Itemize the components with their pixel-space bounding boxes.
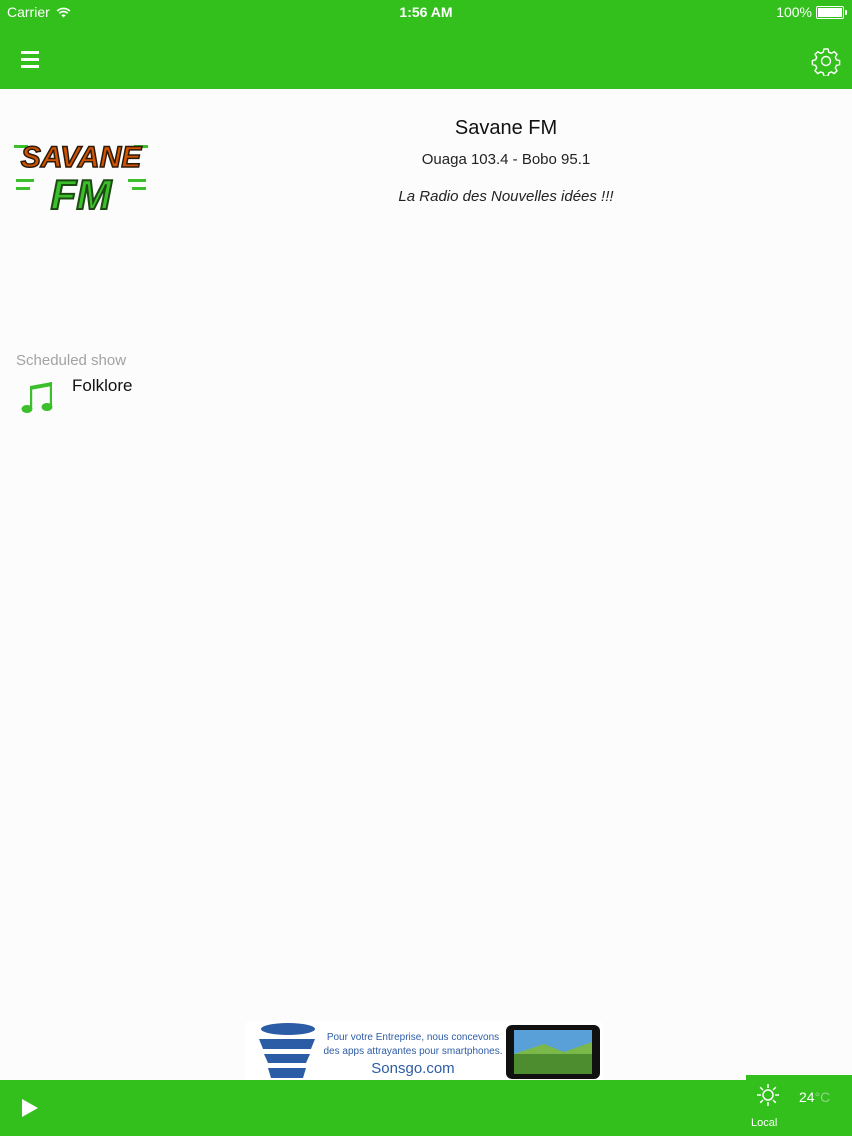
menu-button[interactable]	[21, 51, 41, 71]
ad-logo	[259, 1023, 315, 1078]
music-note-icon	[21, 382, 53, 413]
gear-icon[interactable]	[811, 46, 841, 76]
scheduled-show-name[interactable]: Folklore	[72, 376, 132, 396]
station-title: Savane FM	[454, 117, 558, 139]
smartphone-image	[506, 1025, 600, 1079]
weather-widget[interactable]: 24°C Local	[746, 1075, 852, 1136]
weather-location: Local	[751, 1117, 778, 1129]
scheduled-show-label: Scheduled show	[16, 352, 127, 369]
status-bar: Carrier 1:56 AM 100%	[0, 0, 852, 24]
status-time: 1:56 AM	[399, 4, 453, 20]
logo-text-top: SAVANE	[21, 141, 143, 174]
temperature-unit: °C	[814, 1089, 831, 1105]
ad-line-1: Pour votre Entreprise, nous concevons	[326, 1032, 500, 1043]
play-icon[interactable]	[20, 1098, 40, 1118]
logo-text-bottom: FM	[51, 171, 113, 213]
battery-icon	[816, 5, 847, 19]
sun-icon	[757, 1084, 779, 1106]
ad-banner[interactable]: Pour votre Entreprise, nous concevons de…	[246, 1022, 602, 1080]
navigation-bar: Carrier 1:56 AM 100%	[0, 0, 852, 89]
status-right: 100%	[776, 4, 847, 20]
player-bar	[0, 1080, 852, 1136]
station-slogan: La Radio des Nouvelles idées !!!	[398, 188, 614, 205]
ad-site-link[interactable]: Sonsgo.com	[318, 1060, 508, 1077]
weather-temperature: 24°C	[799, 1089, 831, 1105]
battery-percent: 100%	[776, 4, 812, 20]
station-frequencies: Ouaga 103.4 - Bobo 95.1	[421, 151, 591, 168]
hamburger-icon	[21, 51, 39, 54]
ad-line-2: des apps attrayantes pour smartphones.	[323, 1046, 503, 1057]
station-logo: SAVANE FM	[14, 140, 148, 213]
